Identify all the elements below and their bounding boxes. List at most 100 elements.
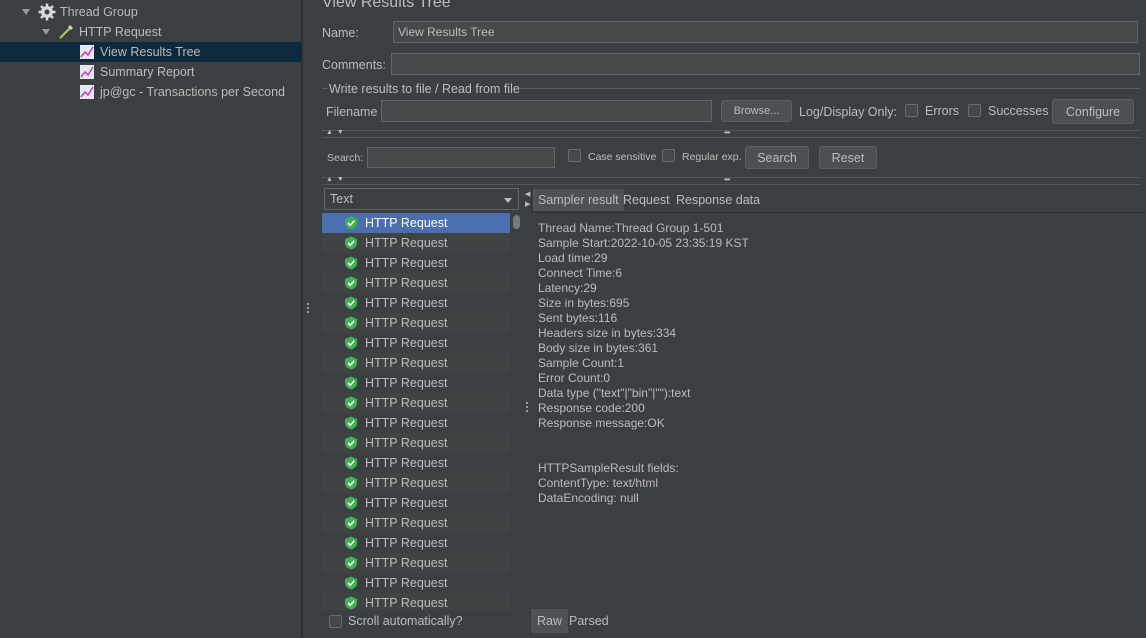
sampler-result-line: Error Count:0 — [538, 371, 611, 385]
sampler-result-line: Load time:29 — [538, 251, 608, 265]
result-list-item-label: HTTP Request — [365, 456, 448, 470]
tab-sampler-result[interactable]: Sampler result — [533, 189, 624, 211]
browse-button[interactable]: Browse... — [721, 100, 792, 122]
expand-arrow-icon[interactable] — [22, 9, 30, 15]
result-list-item[interactable]: HTTP Request — [322, 533, 510, 553]
result-list-item[interactable]: HTTP Request — [322, 433, 510, 453]
result-list-item[interactable]: HTTP Request — [322, 233, 510, 253]
collapse-left-icon[interactable]: ◀ — [525, 190, 530, 198]
success-shield-icon — [345, 336, 357, 350]
sampler-result-line: Body size in bytes:361 — [538, 341, 659, 355]
gear-icon — [38, 3, 56, 21]
tree-item-view-results-tree[interactable]: View Results Tree — [0, 42, 301, 62]
configure-button[interactable]: Configure — [1052, 99, 1134, 124]
success-shield-icon — [345, 556, 357, 570]
tree-item-label: View Results Tree — [100, 45, 201, 59]
dropper-icon — [58, 24, 74, 40]
result-list-item[interactable]: HTTP Request — [322, 413, 510, 433]
success-shield-icon — [345, 216, 357, 230]
sampler-result-line: HTTPSampleResult fields: — [538, 461, 679, 475]
result-list-item-label: HTTP Request — [365, 556, 448, 570]
reset-button[interactable]: Reset — [819, 146, 877, 169]
success-shield-icon — [345, 296, 357, 310]
tab-request[interactable]: Request — [618, 189, 675, 211]
page-title: View Results Tree — [322, 0, 451, 11]
sampler-result-line: Connect Time:6 — [538, 266, 623, 280]
split-bar[interactable]: ▲▼ ••• — [322, 175, 1140, 185]
sampler-result-line: DataEncoding: null — [538, 491, 639, 505]
tree-item-label: HTTP Request — [79, 25, 162, 39]
result-list-scrollbar[interactable] — [511, 213, 522, 610]
sampler-result-line: Response code:200 — [538, 401, 645, 415]
result-list-item[interactable]: HTTP Request — [322, 293, 510, 313]
group-border — [520, 88, 1140, 89]
errors-checkbox[interactable] — [905, 104, 918, 117]
result-list-item[interactable]: HTTP Request — [322, 213, 510, 233]
result-list-item-label: HTTP Request — [365, 336, 448, 350]
search-input[interactable] — [367, 147, 555, 168]
result-list-item[interactable]: HTTP Request — [322, 513, 510, 533]
renderer-select-value: Text — [330, 192, 353, 206]
collapse-arrows-icon[interactable]: ▲▼ — [326, 129, 348, 136]
result-list-item[interactable]: HTTP Request — [322, 353, 510, 373]
case-sensitive-checkbox[interactable] — [568, 149, 581, 162]
result-list-item-label: HTTP Request — [365, 496, 448, 510]
successes-label: Successes — [988, 104, 1049, 118]
sampler-result-line: ContentType: text/html — [538, 476, 659, 490]
scrollbar-thumb[interactable] — [513, 215, 520, 229]
result-list-item[interactable]: HTTP Request — [322, 273, 510, 293]
comments-label: Comments: — [322, 58, 386, 72]
test-plan-tree: Thread Group HTTP Request View Results T… — [0, 0, 302, 638]
result-list-item-label: HTTP Request — [365, 596, 448, 610]
grip-icon — [526, 402, 529, 414]
expand-arrow-icon[interactable] — [42, 29, 50, 35]
result-list-item[interactable]: HTTP Request — [322, 333, 510, 353]
main-splitter[interactable] — [302, 0, 312, 638]
result-list-item[interactable]: HTTP Request — [322, 453, 510, 473]
regex-label: Regular exp. — [682, 151, 742, 163]
renderer-select[interactable]: Text — [324, 188, 519, 210]
log-display-label: Log/Display Only: — [799, 105, 897, 119]
result-list-item-label: HTTP Request — [365, 296, 448, 310]
success-shield-icon — [345, 416, 357, 430]
tab-parsed[interactable]: Parsed — [563, 609, 615, 633]
name-field[interactable] — [393, 21, 1138, 43]
success-shield-icon — [345, 276, 357, 290]
result-list-item[interactable]: HTTP Request — [322, 373, 510, 393]
tree-item-transactions-per-second[interactable]: jp@gc - Transactions per Second — [80, 82, 285, 102]
successes-checkbox[interactable] — [968, 104, 981, 117]
result-list-item-label: HTTP Request — [365, 576, 448, 590]
grip-icon: ••• — [724, 175, 730, 184]
collapse-arrows-icon[interactable]: ▲▼ — [326, 176, 348, 183]
search-button[interactable]: Search — [745, 146, 809, 169]
result-list-item[interactable]: HTTP Request — [322, 393, 510, 413]
tree-item-http-request[interactable]: HTTP Request — [42, 22, 161, 42]
sampler-result-line: Sample Count:1 — [538, 356, 625, 370]
success-shield-icon — [345, 476, 357, 490]
result-list-item[interactable]: HTTP Request — [322, 473, 510, 493]
result-list-item[interactable]: HTTP Request — [322, 313, 510, 333]
scroll-automatically-checkbox[interactable] — [329, 615, 342, 628]
result-list[interactable]: HTTP Request HTTP Request HTTP Request HTTP… — [322, 213, 510, 610]
comments-field[interactable] — [391, 53, 1140, 75]
result-list-item[interactable]: HTTP Request — [322, 493, 510, 513]
result-list-item[interactable]: HTTP Request — [322, 553, 510, 573]
errors-label: Errors — [925, 104, 960, 118]
scroll-automatically-label: Scroll automatically? — [348, 614, 463, 628]
filename-field[interactable] — [381, 100, 712, 122]
regex-checkbox[interactable] — [662, 149, 675, 162]
success-shield-icon — [345, 316, 357, 330]
result-list-item[interactable]: HTTP Request — [322, 573, 510, 593]
tree-item-summary-report[interactable]: Summary Report — [80, 62, 194, 82]
result-list-item-label: HTTP Request — [365, 516, 448, 530]
result-list-item[interactable]: HTTP Request — [322, 593, 510, 610]
collapse-right-icon[interactable]: ▶ — [525, 200, 530, 208]
split-bar[interactable]: ▲▼ ••• — [322, 128, 1140, 138]
result-list-item-label: HTTP Request — [365, 276, 448, 290]
grip-icon: ••• — [724, 128, 730, 137]
tab-response-data[interactable]: Response data — [671, 189, 765, 211]
success-shield-icon — [345, 516, 357, 530]
tree-item-thread-group[interactable]: Thread Group — [22, 2, 138, 22]
success-shield-icon — [345, 576, 357, 590]
result-list-item[interactable]: HTTP Request — [322, 253, 510, 273]
